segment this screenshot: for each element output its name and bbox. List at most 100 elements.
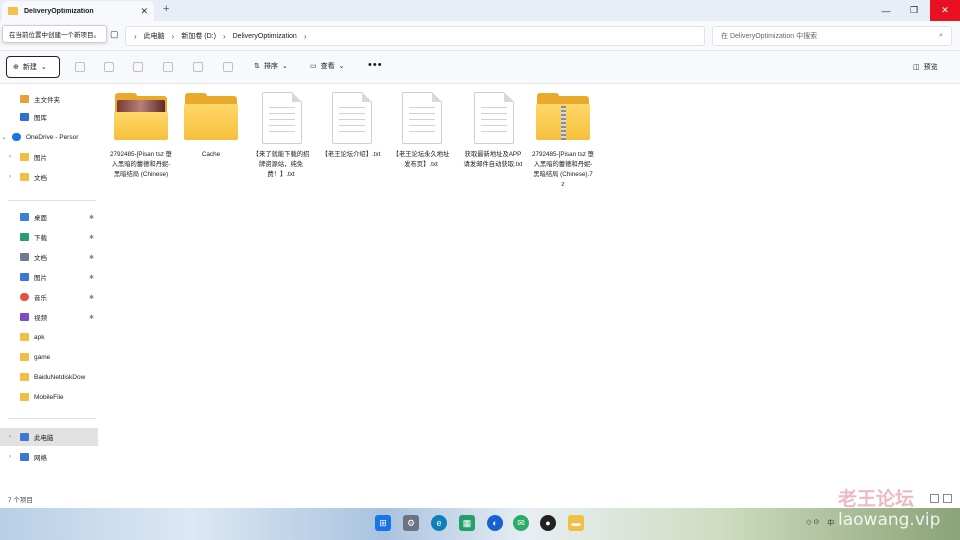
- file-item[interactable]: 【老王论坛永久地址发布页】.txt: [390, 92, 452, 170]
- new-button[interactable]: ⊕ 新建 ⌄: [6, 56, 60, 78]
- chevron-right-icon[interactable]: ›: [6, 454, 14, 460]
- text-file-icon: [253, 92, 309, 144]
- store-icon[interactable]: ▦: [459, 515, 475, 531]
- pin-icon: ✱: [88, 214, 94, 221]
- sidebar-item-label: 桌面: [34, 215, 47, 222]
- file-item[interactable]: 获取最新地址及APP请发邮件自动获取.txt: [462, 92, 524, 170]
- sidebar-item-videos[interactable]: 视频 ✱: [0, 308, 98, 326]
- sidebar-item-label: 此电脑: [34, 435, 54, 442]
- edge-icon[interactable]: e: [431, 515, 447, 531]
- tab-close-icon[interactable]: ✕: [140, 6, 148, 17]
- sidebar-item-apk[interactable]: apk: [0, 328, 98, 346]
- pin-icon: ✱: [88, 314, 94, 321]
- maximize-button[interactable]: ❐: [900, 0, 928, 21]
- sidebar-item-onedrive-pictures[interactable]: › 图片: [0, 148, 98, 166]
- copy-icon[interactable]: [104, 62, 114, 72]
- refresh-icon[interactable]: ▢: [110, 29, 119, 40]
- sidebar-item-onedrive[interactable]: ⌄ OneDrive - Persor: [0, 128, 98, 146]
- sidebar-item-label: 图片: [34, 155, 47, 162]
- divider: [8, 200, 96, 201]
- sidebar-item-label: MobileFile: [34, 393, 64, 401]
- share-icon[interactable]: [193, 62, 203, 72]
- zip-folder-icon: [535, 92, 591, 144]
- sidebar-item-mobilefile[interactable]: MobileFile: [0, 388, 98, 406]
- divider: [8, 418, 96, 419]
- sidebar-item-network[interactable]: › 网络: [0, 448, 98, 466]
- crumb-delivery-optimization[interactable]: DeliveryOptimization: [233, 33, 297, 40]
- file-name: 【老王论坛永久地址发布页】.txt: [392, 151, 450, 168]
- minimize-button[interactable]: —: [872, 0, 900, 21]
- crumb-this-pc[interactable]: 此电脑: [144, 31, 165, 41]
- sidebar-item-gallery[interactable]: 图库: [0, 108, 98, 126]
- sidebar-item-pictures[interactable]: 图片 ✱: [0, 268, 98, 286]
- sidebar-item-label: 图片: [34, 275, 47, 282]
- pin-icon: ✱: [88, 274, 94, 281]
- breadcrumb[interactable]: › 此电脑 › 新加卷 (D:) › DeliveryOptimization …: [125, 26, 705, 46]
- chevron-down-icon[interactable]: ⌄: [0, 134, 8, 141]
- search-input[interactable]: 在 DeliveryOptimization 中搜索 ⌕: [712, 26, 952, 46]
- app-icon[interactable]: ◐: [487, 515, 503, 531]
- settings-icon[interactable]: ⚙: [403, 515, 419, 531]
- sidebar-item-music[interactable]: 音乐 ✱: [0, 288, 98, 306]
- sort-icon: ⇅: [254, 63, 260, 70]
- folder-icon: [20, 173, 29, 181]
- more-options-button[interactable]: •••: [368, 59, 383, 71]
- onedrive-icon: [12, 133, 21, 141]
- pin-icon: ✱: [88, 234, 94, 241]
- sidebar-item-documents[interactable]: 文档 ✱: [0, 248, 98, 266]
- chevron-right-icon: ›: [134, 31, 137, 41]
- tiles-view-icon[interactable]: [943, 494, 952, 503]
- sidebar-item-game[interactable]: game: [0, 348, 98, 366]
- chevron-right-icon[interactable]: ›: [6, 154, 14, 160]
- start-icon[interactable]: ⊞: [375, 515, 391, 531]
- sidebar-item-desktop[interactable]: 桌面 ✱: [0, 208, 98, 226]
- navigation-pane: 主文件夹 图库 ⌄ OneDrive - Persor › 图片 › 文档 桌面…: [0, 84, 100, 490]
- system-tray[interactable]: ◇ ⊙ 中: [806, 518, 834, 528]
- cut-icon[interactable]: [75, 62, 85, 72]
- sidebar-item-label: apk: [34, 333, 45, 341]
- paste-icon[interactable]: [133, 62, 143, 72]
- chevron-right-icon[interactable]: ›: [6, 174, 14, 180]
- folder-icon: [20, 333, 29, 341]
- file-item[interactable]: 2792485-[Pisan tsz 堕入黑暗的蕾德和丹妮-黑暗结局 (Chin…: [110, 92, 172, 180]
- folder-icon: [20, 353, 29, 361]
- explorer-icon[interactable]: ▬: [568, 515, 584, 531]
- view-label: 查看: [320, 63, 335, 70]
- qq-icon[interactable]: ●: [540, 515, 556, 531]
- file-item[interactable]: 2792485-[Pisan tsz 堕入黑暗的蕾德和丹妮-黑暗结局 (Chin…: [532, 92, 594, 190]
- delete-icon[interactable]: [223, 62, 233, 72]
- title-bar: DeliveryOptimization ✕ + — ❐ ✕: [0, 0, 960, 21]
- folder-icon: [20, 153, 29, 161]
- preview-pane-button[interactable]: ◫ 预览: [913, 62, 938, 72]
- sidebar-item-onedrive-documents[interactable]: › 文档: [0, 168, 98, 186]
- crumb-drive-d[interactable]: 新加卷 (D:): [181, 31, 216, 41]
- download-icon: [20, 233, 29, 241]
- details-view-icon[interactable]: [930, 494, 939, 503]
- command-bar: ⊕ 新建 ⌄ ⇅ 排序 ⌄ ▭ 查看 ⌄ ••• ◫ 预览: [0, 51, 960, 84]
- view-button[interactable]: ▭ 查看 ⌄: [310, 61, 345, 71]
- ime-indicator[interactable]: 中: [827, 518, 834, 528]
- sidebar-item-downloads[interactable]: 下载 ✱: [0, 228, 98, 246]
- tab-title: DeliveryOptimization: [24, 7, 94, 15]
- text-file-icon: [465, 92, 521, 144]
- file-item[interactable]: Cache: [180, 92, 242, 160]
- tray-icons[interactable]: ◇ ⊙: [806, 518, 819, 528]
- close-button[interactable]: ✕: [930, 0, 960, 21]
- wechat-icon[interactable]: ✉: [513, 515, 529, 531]
- sort-button[interactable]: ⇅ 排序 ⌄: [254, 61, 288, 71]
- rename-icon[interactable]: [163, 62, 173, 72]
- desktop-icon: [20, 213, 29, 221]
- sidebar-item-label: 视频: [34, 315, 47, 322]
- chevron-right-icon: ›: [171, 31, 175, 41]
- new-tab-button[interactable]: +: [163, 3, 169, 15]
- sidebar-item-this-pc[interactable]: › 此电脑: [0, 428, 98, 446]
- chevron-right-icon[interactable]: ›: [6, 434, 14, 440]
- file-item[interactable]: 【来了就能下载的招牌资源站，纯免费！】.txt: [250, 92, 312, 180]
- music-icon: [20, 293, 29, 301]
- sidebar-item-home[interactable]: 主文件夹: [0, 90, 98, 108]
- search-placeholder: 在 DeliveryOptimization 中搜索: [721, 33, 818, 40]
- tab-deliveryoptimization[interactable]: DeliveryOptimization ✕: [2, 1, 154, 21]
- sidebar-item-baidunetdisk[interactable]: BaiduNetdiskDow: [0, 368, 98, 386]
- sidebar-item-label: OneDrive - Persor: [26, 133, 79, 141]
- file-item[interactable]: 【老王论坛介绍】.txt: [320, 92, 382, 160]
